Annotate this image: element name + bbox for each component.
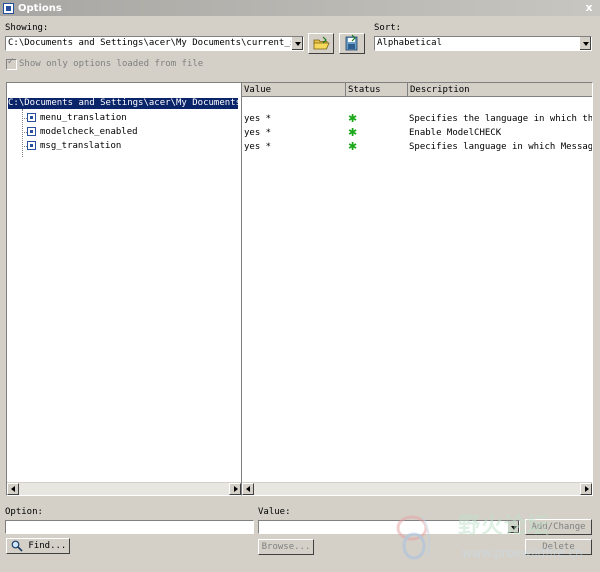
tree-connector — [22, 109, 23, 157]
chevron-down-icon[interactable] — [507, 521, 519, 533]
option-icon — [27, 127, 36, 136]
row-description: Specifies the language in which the menu… — [409, 114, 593, 124]
tree-horizontal-scrollbar[interactable] — [7, 482, 241, 495]
row-description: Specifies language in which Messages are — [409, 142, 593, 152]
sort-label: Sort: — [374, 23, 402, 33]
show-only-loaded-label: Show only options loaded from file — [19, 59, 204, 69]
green-star-icon: ✱ — [348, 126, 358, 139]
option-tree-pane[interactable]: C:\Documents and Settings\acer\My Docume… — [6, 82, 242, 496]
show-only-loaded-checkbox[interactable] — [6, 57, 17, 70]
column-header-status[interactable]: Status — [346, 83, 408, 97]
delete-button[interactable]: Delete — [525, 539, 592, 555]
forum-watermark: 野火论坛 www.proewildfire.cn — [392, 506, 600, 566]
app-icon — [3, 2, 14, 14]
option-icon — [27, 141, 36, 150]
scroll-right-icon[interactable] — [229, 483, 241, 495]
value-label: Value: — [258, 507, 291, 517]
browse-button[interactable]: Browse... — [258, 539, 314, 555]
table-horizontal-scrollbar[interactable] — [242, 482, 592, 495]
tree-item-modelcheck-enabled[interactable]: modelcheck_enabled — [27, 126, 138, 138]
scroll-right-icon[interactable] — [580, 483, 592, 495]
tree-item-label: modelcheck_enabled — [40, 127, 138, 137]
tree-item-label: menu_translation — [40, 113, 127, 123]
tree-root[interactable]: C:\Documents and Settings\acer\My Docume… — [8, 98, 238, 109]
row-value[interactable]: yes * — [244, 127, 271, 139]
chevron-down-icon[interactable] — [579, 37, 591, 50]
row-value[interactable]: yes * — [244, 141, 271, 153]
add-change-button[interactable]: Add/Change — [525, 519, 592, 535]
tree-item-msg-translation[interactable]: msg_translation — [27, 140, 121, 152]
search-icon — [11, 540, 23, 552]
find-button-label: Find... — [28, 541, 67, 551]
tree-item-label: msg_translation — [40, 141, 122, 151]
showing-label: Showing: — [5, 23, 49, 33]
value-combo[interactable] — [258, 520, 520, 534]
sort-combo[interactable]: Alphabetical — [374, 36, 592, 51]
scroll-left-icon[interactable] — [7, 483, 19, 495]
option-table-pane[interactable]: Value Status Description yes * ✱ Specifi… — [241, 82, 593, 496]
showing-combo[interactable]: C:\Documents and Settings\acer\My Docume… — [5, 36, 304, 51]
save-config-button[interactable] — [339, 33, 365, 54]
chevron-down-icon[interactable] — [291, 37, 303, 50]
row-description: Enable ModelCHECK — [409, 128, 502, 138]
tree-item-menu-translation[interactable]: menu_translation — [27, 112, 127, 124]
open-file-button[interactable] — [308, 33, 334, 54]
row-value[interactable]: yes * — [244, 113, 271, 125]
option-input[interactable] — [5, 520, 254, 534]
column-header-description[interactable]: Description — [408, 83, 592, 97]
option-label: Option: — [5, 507, 43, 517]
window-title: Options — [18, 2, 62, 14]
showing-value: C:\Documents and Settings\acer\My Docume… — [8, 38, 304, 48]
green-star-icon: ✱ — [348, 112, 358, 125]
find-button[interactable]: Find... — [6, 538, 70, 554]
scroll-left-icon[interactable] — [242, 483, 254, 495]
folder-open-icon — [313, 36, 330, 50]
butterfly-logo — [396, 515, 431, 560]
green-star-icon: ✱ — [348, 140, 358, 153]
close-icon[interactable]: x — [582, 1, 596, 14]
title-bar: Options x — [0, 0, 600, 16]
column-header-value[interactable]: Value — [242, 83, 346, 97]
sort-value: Alphabetical — [377, 38, 443, 48]
option-icon — [27, 113, 36, 122]
save-config-icon — [345, 34, 358, 51]
